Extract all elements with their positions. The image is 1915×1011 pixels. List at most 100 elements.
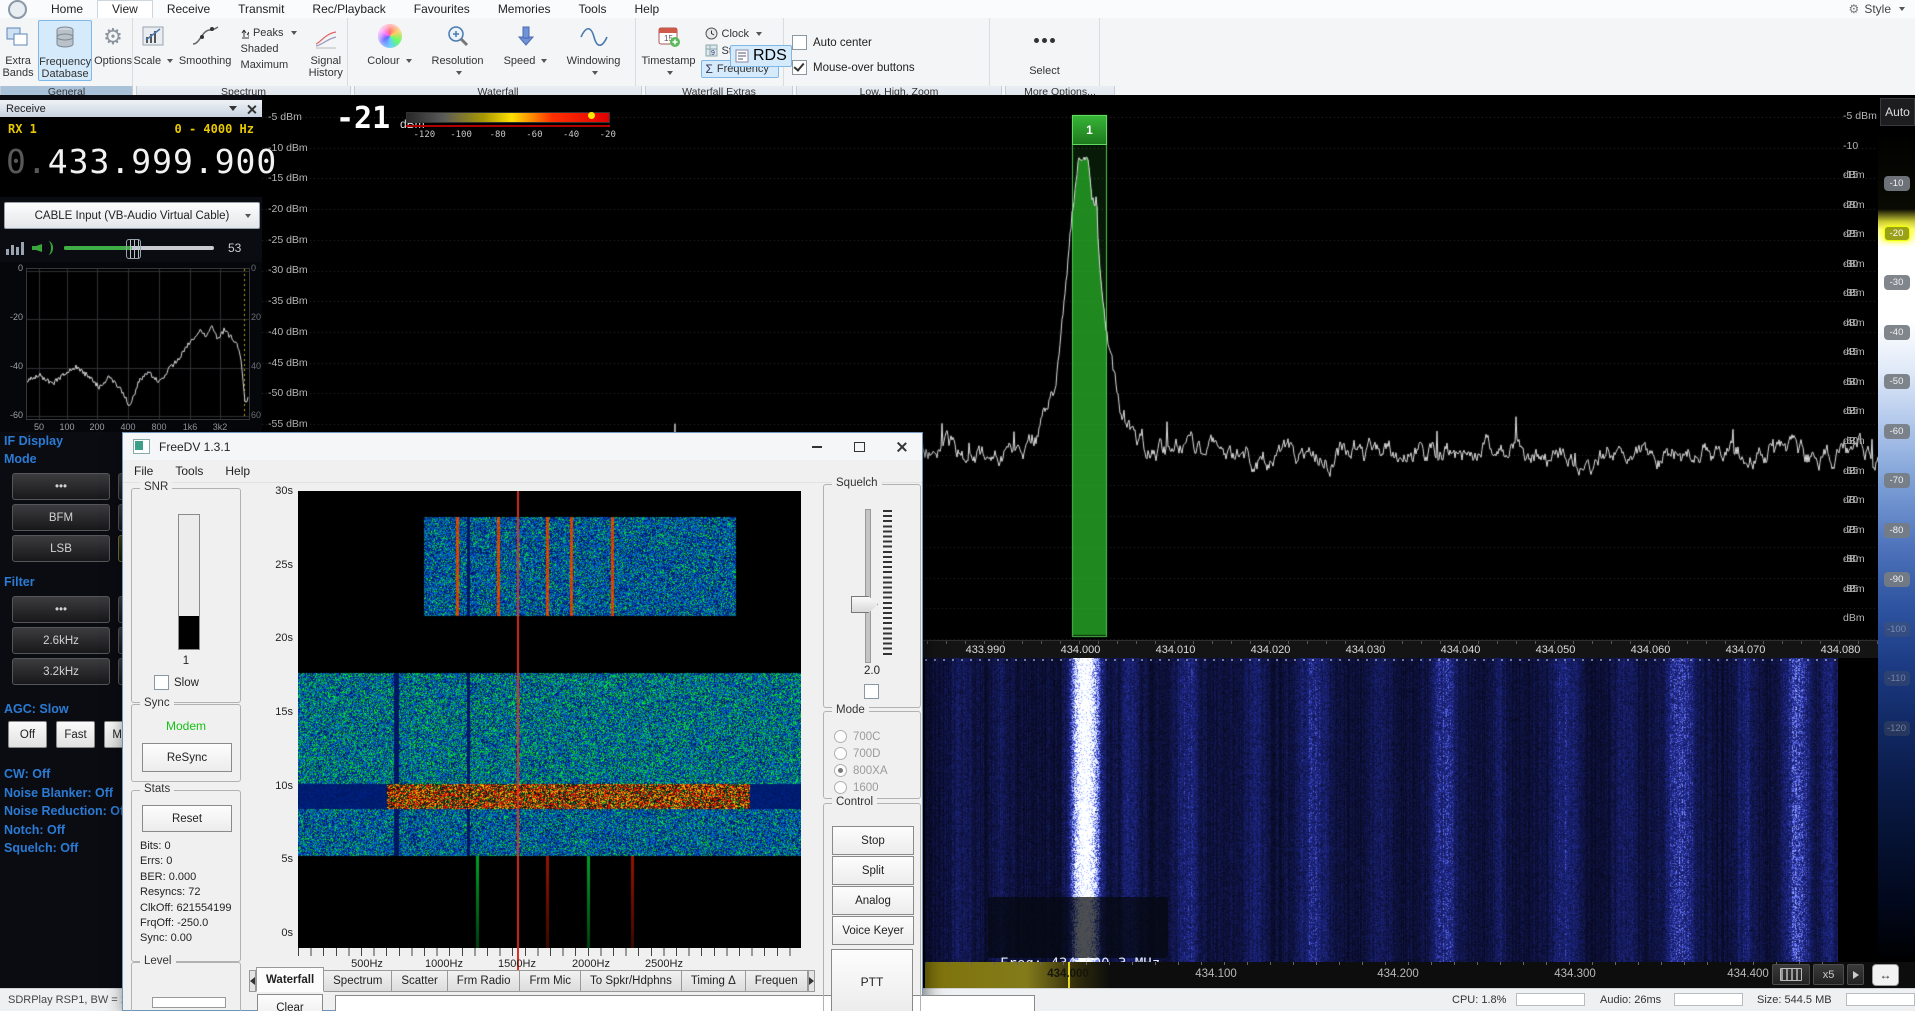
mode-radio[interactable]: 700D xyxy=(834,745,888,762)
timestamp-button[interactable]: 15 Timestamp xyxy=(641,20,697,79)
clear-button[interactable]: Clear xyxy=(257,994,323,1011)
analog-button[interactable]: Analog xyxy=(832,886,914,915)
agc-button[interactable]: Off xyxy=(8,721,47,748)
tab-waterfall[interactable]: Waterfall xyxy=(256,967,324,992)
app-menu-button[interactable] xyxy=(8,0,27,19)
speed-button[interactable]: Speed xyxy=(497,20,555,67)
waterfall-colorbar[interactable] xyxy=(406,112,610,123)
style-selector[interactable]: ⚙ Style xyxy=(1849,2,1915,16)
zoom-reset-button[interactable]: ↔ xyxy=(1872,964,1899,986)
tab-spectrum[interactable]: Spectrum xyxy=(324,970,392,992)
colour-button[interactable]: Colour xyxy=(361,20,419,67)
tab-favourites[interactable]: Favourites xyxy=(400,1,484,18)
resync-button[interactable]: ReSync xyxy=(142,743,232,772)
clock-button[interactable]: Clock xyxy=(701,26,779,41)
squelch-checkbox[interactable] xyxy=(864,684,879,699)
frequency-database-button[interactable]: Frequency Database xyxy=(38,20,92,81)
frequency-display[interactable]: RX 1 0 - 4000 Hz 0.433.999.900 xyxy=(0,117,262,197)
tab-transmit[interactable]: Transmit xyxy=(224,1,298,18)
peaks-button[interactable]: Peaks xyxy=(237,26,301,40)
mode-button[interactable]: ••• xyxy=(12,473,110,500)
menu-help[interactable]: Help xyxy=(214,464,261,478)
amplitude-tick[interactable]: -100 xyxy=(1884,622,1910,637)
freedv-waterfall-canvas[interactable] xyxy=(298,491,801,948)
extra-bands-button[interactable]: Extra Bands xyxy=(0,20,36,79)
resolution-button[interactable]: Resolution xyxy=(429,20,487,79)
squelch-slider-handle[interactable] xyxy=(851,596,878,613)
tab-frequency[interactable]: Frequen xyxy=(746,970,808,992)
minimize-button[interactable] xyxy=(796,435,838,459)
ptt-button[interactable]: PTT xyxy=(831,949,913,1011)
rds-button[interactable]: RDS xyxy=(730,45,792,67)
tab-frm-mic[interactable]: Frm Mic xyxy=(520,970,581,992)
amplitude-tick[interactable]: -80 xyxy=(1884,523,1910,538)
agc-button[interactable]: Fast xyxy=(56,721,95,748)
amplitude-tick[interactable]: -90 xyxy=(1884,572,1910,587)
tab-help[interactable]: Help xyxy=(621,1,674,18)
amplitude-tick[interactable]: -20 xyxy=(1884,226,1910,241)
menu-tools[interactable]: Tools xyxy=(164,464,214,478)
tab-tools[interactable]: Tools xyxy=(565,1,621,18)
text-field[interactable] xyxy=(335,995,1035,1011)
filter-button[interactable]: 3.2kHz xyxy=(12,658,110,685)
maximize-button[interactable] xyxy=(838,435,880,459)
tab-scroll-left[interactable] xyxy=(249,970,256,992)
tab-view[interactable]: View xyxy=(97,0,153,18)
smoothing-button[interactable]: Smoothing xyxy=(178,20,233,67)
tab-timing[interactable]: Timing Δ xyxy=(682,970,746,992)
waterfall-display[interactable]: Freq: 434.000.3 MHz Span: ±84.135 kHz xyxy=(925,658,1878,962)
equalizer-icon[interactable] xyxy=(6,241,24,255)
audio-device-select[interactable]: CABLE Input (VB-Audio Virtual Cable) xyxy=(4,202,260,229)
amplitude-tick[interactable]: -30 xyxy=(1884,275,1910,290)
speaker-icon[interactable] xyxy=(32,240,52,256)
amplitude-tick[interactable]: -70 xyxy=(1884,473,1910,488)
mode-radio[interactable]: 700C xyxy=(834,728,888,745)
tab-to-spkr[interactable]: To Spkr/Hdphns xyxy=(581,970,682,992)
tab-memories[interactable]: Memories xyxy=(484,1,565,18)
waterfall-frequency-bar[interactable]: 434.000434.100434.200434.300434.400 x5 ↔ xyxy=(925,962,1915,988)
colorbar-marker-dot[interactable] xyxy=(588,112,595,119)
collapse-icon[interactable] xyxy=(229,106,237,111)
keyboard-entry-button[interactable] xyxy=(1772,964,1810,985)
mode-button[interactable]: LSB xyxy=(12,535,110,562)
zoom-step-button[interactable] xyxy=(1847,964,1864,985)
if-spectrum-canvas[interactable] xyxy=(26,268,250,420)
options-button[interactable]: ⚙ Options xyxy=(94,20,132,67)
maximum-button[interactable]: Maximum xyxy=(237,58,301,72)
close-icon[interactable] xyxy=(247,104,256,113)
volume-slider[interactable] xyxy=(64,246,214,250)
stop-button[interactable]: Stop xyxy=(832,826,914,855)
select-button[interactable]: Select xyxy=(1016,20,1074,77)
signal-history-button[interactable]: Signal History xyxy=(305,20,347,79)
volume-handle[interactable] xyxy=(126,239,141,259)
filter-button[interactable]: ••• xyxy=(12,596,110,623)
snr-slow-checkbox[interactable]: Slow xyxy=(154,675,199,690)
amplitude-tick[interactable]: -10 xyxy=(1884,176,1910,191)
tab-receive[interactable]: Receive xyxy=(153,1,224,18)
tab-scroll-right[interactable] xyxy=(808,970,815,992)
amplitude-tick[interactable]: -40 xyxy=(1884,325,1910,340)
amplitude-tick[interactable]: -120 xyxy=(1884,721,1910,736)
scale-button[interactable]: Scale xyxy=(133,20,174,67)
mode-radio[interactable]: 800XA xyxy=(834,762,888,779)
tab-home[interactable]: Home xyxy=(37,1,97,18)
auto-scale-button[interactable]: Auto xyxy=(1880,98,1915,126)
amplitude-tick[interactable]: -50 xyxy=(1884,374,1910,389)
tab-frm-radio[interactable]: Frm Radio xyxy=(448,970,521,992)
close-button[interactable] xyxy=(880,435,922,459)
menu-file[interactable]: File xyxy=(123,464,164,478)
tab-scatter[interactable]: Scatter xyxy=(392,970,447,992)
amplitude-tick[interactable]: -110 xyxy=(1884,671,1910,686)
split-button[interactable]: Split xyxy=(832,856,914,885)
mode-radio[interactable]: 1600 xyxy=(834,779,888,796)
squelch-slider-track[interactable] xyxy=(865,509,871,663)
freedv-title-bar[interactable]: FreeDV 1.3.1 xyxy=(123,433,922,460)
signal-marker-1[interactable]: 1 xyxy=(1072,115,1107,145)
mode-button[interactable]: BFM xyxy=(12,504,110,531)
mouse-over-buttons-checkbox[interactable]: Mouse-over buttons xyxy=(792,60,915,75)
shaded-button[interactable]: Shaded xyxy=(237,42,301,56)
zoom-x5-button[interactable]: x5 xyxy=(1813,964,1844,985)
tuned-frequency[interactable]: 0.433.999.900 xyxy=(0,136,262,181)
windowing-button[interactable]: Windowing xyxy=(565,20,623,79)
tab-rec-playback[interactable]: Rec/Playback xyxy=(298,1,399,18)
